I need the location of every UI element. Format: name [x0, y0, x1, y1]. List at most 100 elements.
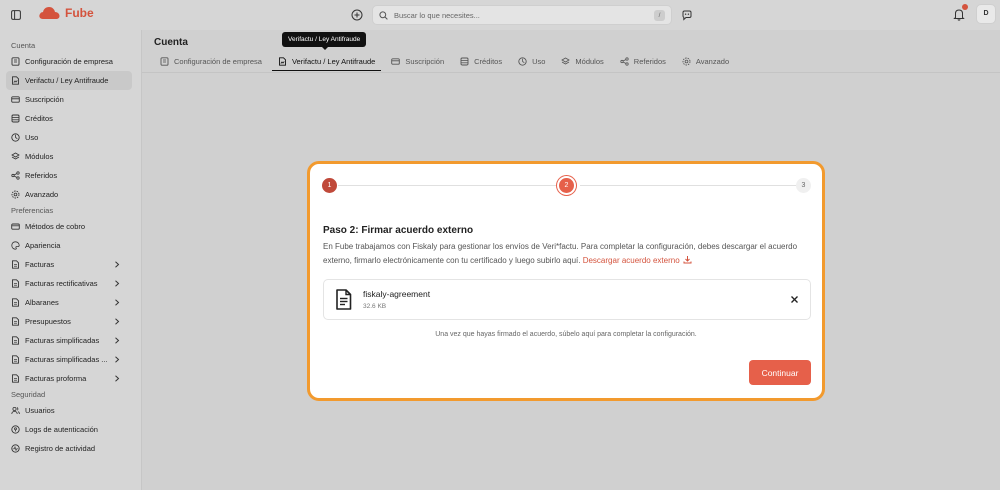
sidebar-item-label: Albaranes [25, 298, 59, 307]
activity-icon [11, 444, 20, 453]
sidebar: Cuenta Configuración de empresa Verifact… [0, 30, 140, 490]
sidebar-item-label: Apariencia [25, 241, 61, 250]
notification-dot [962, 4, 968, 10]
tab-label: Suscripción [405, 57, 445, 66]
sidebar-item-label: Suscripción [25, 95, 64, 104]
sidebar-item-label: Usuarios [25, 406, 55, 415]
download-link-label: Descargar acuerdo externo [582, 256, 680, 265]
sidebar-item-facturas-simplificadas[interactable]: Facturas simplificadas [6, 331, 132, 350]
gauge-icon [11, 133, 20, 142]
sidebar-item-label: Facturas simplificadas ... [25, 355, 108, 364]
tab-referidos[interactable]: Referidos [614, 52, 672, 71]
notifications-bell-icon[interactable] [953, 4, 968, 21]
search-input[interactable] [394, 10, 634, 20]
top-bar: Fube / D [0, 0, 1000, 30]
search-icon [379, 10, 388, 20]
sidebar-item-avanzado[interactable]: Avanzado [6, 185, 132, 204]
sidebar-item-facturas-rectificativas[interactable]: Facturas rectificativas [6, 274, 132, 293]
dialog-title: Paso 2: Firmar acuerdo externo [323, 225, 474, 236]
invoice-icon [11, 317, 20, 326]
step-3: 3 [796, 178, 811, 193]
sidebar-item-albaranes[interactable]: Albaranes [6, 293, 132, 312]
upload-hint: Una vez que hayas firmado el acuerdo, sú… [435, 331, 697, 338]
gauge-icon [518, 57, 527, 66]
tab-creditos[interactable]: Créditos [454, 52, 508, 71]
remove-file-close-icon[interactable] [790, 295, 799, 304]
app-name: Fube [65, 6, 94, 20]
search-shortcut-badge: / [654, 10, 665, 21]
file-name: fiskaly-agreement [363, 289, 431, 299]
sidebar-item-apariencia[interactable]: Apariencia [6, 236, 132, 255]
chevron-right-icon [114, 375, 120, 382]
invoice-icon [11, 374, 20, 383]
search-bar[interactable]: / [372, 5, 672, 25]
sidebar-item-verifactu[interactable]: Verifactu / Ley Antifraude [6, 71, 132, 90]
chevron-right-icon [114, 299, 120, 306]
sidebar-item-facturas-proforma[interactable]: Facturas proforma [6, 369, 132, 388]
sidebar-section-preferencias: Preferencias [11, 206, 54, 215]
sidebar-item-facturas[interactable]: Facturas [6, 255, 132, 274]
chevron-right-icon [114, 356, 120, 363]
download-icon [683, 255, 692, 264]
layers-icon [561, 57, 571, 66]
tab-uso[interactable]: Uso [512, 52, 551, 71]
signing-dialog: 1 2 3 Paso 2: Firmar acuerdo externo En … [307, 161, 825, 401]
sidebar-item-modulos[interactable]: Módulos [6, 147, 132, 166]
sidebar-item-referidos[interactable]: Referidos [6, 166, 132, 185]
sidebar-item-label: Referidos [25, 171, 58, 180]
sidebar-toggle-icon[interactable] [11, 10, 21, 20]
sidebar-item-registro-actividad[interactable]: Registro de actividad [6, 439, 132, 458]
invoice-icon [11, 298, 20, 307]
chevron-right-icon [114, 337, 120, 344]
sidebar-item-label: Módulos [25, 152, 54, 161]
sidebar-item-creditos[interactable]: Créditos [6, 109, 132, 128]
step-1[interactable]: 1 [322, 178, 337, 193]
credit-card-icon [11, 95, 20, 104]
invoice-icon [11, 260, 20, 269]
step-connector [338, 185, 572, 186]
sidebar-item-label: Configuración de empresa [25, 57, 113, 66]
sidebar-item-usuarios[interactable]: Usuarios [6, 401, 132, 420]
tab-verifactu[interactable]: Verifactu / Ley Antifraude [271, 52, 382, 71]
database-icon [11, 114, 20, 123]
invoice-icon [11, 279, 20, 288]
sidebar-section-cuenta: Cuenta [11, 41, 36, 50]
file-signature-icon [11, 76, 20, 85]
sidebar-item-label: Registro de actividad [25, 444, 96, 453]
tab-modulos[interactable]: Módulos [555, 52, 609, 71]
sidebar-item-label: Facturas rectificativas [25, 279, 98, 288]
sidebar-item-label: Logs de autenticación [25, 425, 98, 434]
sidebar-item-uso[interactable]: Uso [6, 128, 132, 147]
step-2[interactable]: 2 [559, 178, 574, 193]
app-logo[interactable]: Fube [38, 6, 94, 20]
tab-label: Referidos [633, 57, 666, 66]
user-avatar[interactable]: D [976, 4, 996, 24]
sidebar-item-label: Avanzado [25, 190, 59, 199]
tab-label: Módulos [575, 57, 604, 66]
tab-label: Avanzado [695, 57, 730, 66]
gear-icon [682, 57, 691, 66]
sidebar-item-facturas-simplificadas-2[interactable]: Facturas simplificadas ... [6, 350, 132, 369]
building-icon [11, 57, 20, 66]
credit-card-icon [391, 57, 401, 66]
sidebar-item-label: Métodos de cobro [25, 222, 86, 231]
tab-avanzado[interactable]: Avanzado [676, 52, 735, 71]
key-icon [11, 425, 20, 434]
share-icon [620, 57, 629, 66]
create-new-button[interactable] [351, 9, 363, 21]
tab-configuracion-empresa[interactable]: Configuración de empresa [154, 52, 268, 71]
sidebar-item-suscripcion[interactable]: Suscripción [6, 90, 132, 109]
sidebar-item-presupuestos[interactable]: Presupuestos [6, 312, 132, 331]
download-agreement-link[interactable]: Descargar acuerdo externo [583, 256, 692, 265]
continue-button[interactable]: Continuar [749, 360, 811, 385]
chevron-right-icon [114, 261, 120, 268]
sidebar-item-logs-autenticacion[interactable]: Logs de autenticación [6, 420, 132, 439]
assistant-chat-icon[interactable] [681, 9, 693, 21]
stepper: 1 2 3 [322, 177, 812, 193]
sidebar-item-configuracion-empresa[interactable]: Configuración de empresa [6, 52, 132, 71]
tab-label: Verifactu / Ley Antifraude [291, 56, 376, 66]
sidebar-item-metodos-cobro[interactable]: Métodos de cobro [6, 217, 132, 236]
invoice-icon [11, 336, 20, 345]
tab-suscripcion[interactable]: Suscripción [385, 52, 450, 71]
account-tabs: Configuración de empresa Verifactu / Ley… [154, 52, 739, 72]
